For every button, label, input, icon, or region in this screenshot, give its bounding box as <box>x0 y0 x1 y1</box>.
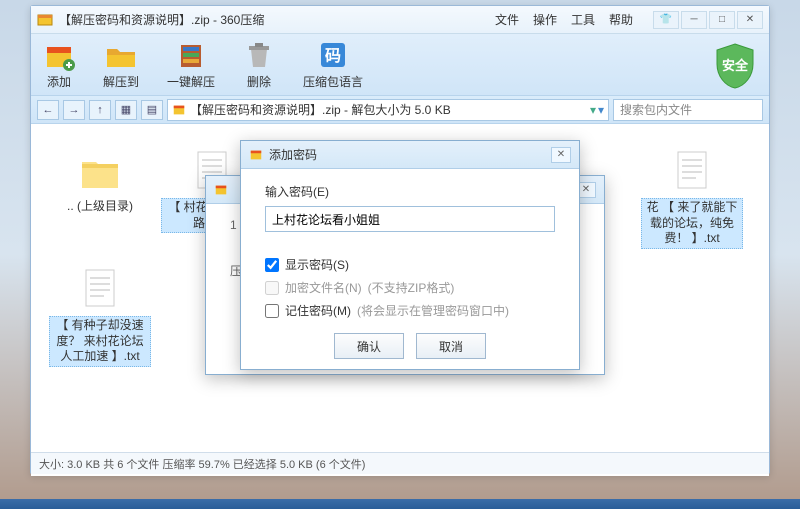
file-item-3[interactable]: 【 有种子却没速度？ 来村花论坛人工加速 】.txt <box>49 264 151 367</box>
titlebar: 【解压密码和资源说明】.zip - 360压缩 文件 操作 工具 帮助 👕 ─ … <box>31 6 769 34</box>
path-history-icon[interactable]: ▾ <box>598 103 604 117</box>
archive-small-icon <box>249 148 263 162</box>
encoding-icon: 码 <box>317 39 349 71</box>
navbar: ← → ↑ ▦ ▤ 【解压密码和资源说明】.zip - 解包大小为 5.0 KB… <box>31 96 769 124</box>
text-file-icon <box>668 146 716 194</box>
text-file-icon <box>76 264 124 312</box>
menu-action[interactable]: 操作 <box>533 11 557 28</box>
show-password-label: 显示密码(S) <box>285 256 349 273</box>
app-icon <box>37 12 53 28</box>
dialog-titlebar: 添加密码 ✕ <box>241 141 579 169</box>
nav-up-button[interactable]: ↑ <box>89 100 111 120</box>
menu-help[interactable]: 帮助 <box>609 11 633 28</box>
skin-button[interactable]: 👕 <box>653 11 679 29</box>
file-up[interactable]: .. (上级目录) <box>49 146 151 216</box>
archive-icon <box>175 39 207 71</box>
search-input[interactable]: 搜索包内文件 <box>613 99 763 121</box>
add-icon <box>43 39 75 71</box>
remember-password-checkbox[interactable] <box>265 304 279 318</box>
archive-small-icon <box>214 183 228 197</box>
ok-button[interactable]: 确认 <box>334 333 404 359</box>
delete-button[interactable]: 删除 <box>243 39 275 90</box>
trash-icon <box>243 39 275 71</box>
remember-password-label: 记住密码(M) <box>285 302 351 319</box>
encoding-button[interactable]: 码 压缩包语言 <box>303 39 363 90</box>
extract-to-button[interactable]: 解压到 <box>103 39 139 90</box>
add-password-dialog: 添加密码 ✕ 输入密码(E) 显示密码(S) 加密文件名(N) (不支持ZIP格… <box>240 140 580 370</box>
svg-text:安全: 安全 <box>722 58 749 73</box>
view-icons-button[interactable]: ▤ <box>141 100 163 120</box>
encrypt-filename-label: 加密文件名(N) <box>285 279 362 296</box>
folder-icon <box>105 39 137 71</box>
cancel-button[interactable]: 取消 <box>416 333 486 359</box>
safety-shield-icon[interactable]: 安全 <box>713 42 757 90</box>
nav-forward-button[interactable]: → <box>63 100 85 120</box>
folder-up-icon <box>76 146 124 194</box>
taskbar <box>0 499 800 509</box>
add-button[interactable]: 添加 <box>43 39 75 90</box>
toolbar: 添加 解压到 一键解压 删除 码 压缩包语言 安全 <box>31 34 769 96</box>
archive-small-icon <box>172 103 186 117</box>
show-password-checkbox[interactable] <box>265 258 279 272</box>
dialog-title: 添加密码 <box>269 146 317 163</box>
menu-tools[interactable]: 工具 <box>571 11 595 28</box>
window-title: 【解压密码和资源说明】.zip - 360压缩 <box>59 11 264 28</box>
one-click-extract-button[interactable]: 一键解压 <box>167 39 215 90</box>
maximize-button[interactable]: □ <box>709 11 735 29</box>
view-list-button[interactable]: ▦ <box>115 100 137 120</box>
svg-text:码: 码 <box>325 47 341 65</box>
path-box[interactable]: 【解压密码和资源说明】.zip - 解包大小为 5.0 KB ▾▾ <box>167 99 609 121</box>
statusbar: 大小: 3.0 KB 共 6 个文件 压缩率 59.7% 已经选择 5.0 KB… <box>31 452 769 474</box>
password-input[interactable] <box>265 206 555 232</box>
password-label: 输入密码(E) <box>265 183 555 200</box>
minimize-button[interactable]: ─ <box>681 11 707 29</box>
dialog-close-button[interactable]: ✕ <box>551 147 571 163</box>
file-item-2[interactable]: 花 【 来了就能下载的论坛，纯免费！ 】.txt <box>641 146 743 249</box>
nav-back-button[interactable]: ← <box>37 100 59 120</box>
path-dropdown-icon[interactable]: ▾ <box>590 103 596 117</box>
menu-file[interactable]: 文件 <box>495 11 519 28</box>
close-button[interactable]: ✕ <box>737 11 763 29</box>
encrypt-filename-checkbox[interactable] <box>265 281 279 295</box>
menubar: 文件 操作 工具 帮助 <box>495 11 633 28</box>
